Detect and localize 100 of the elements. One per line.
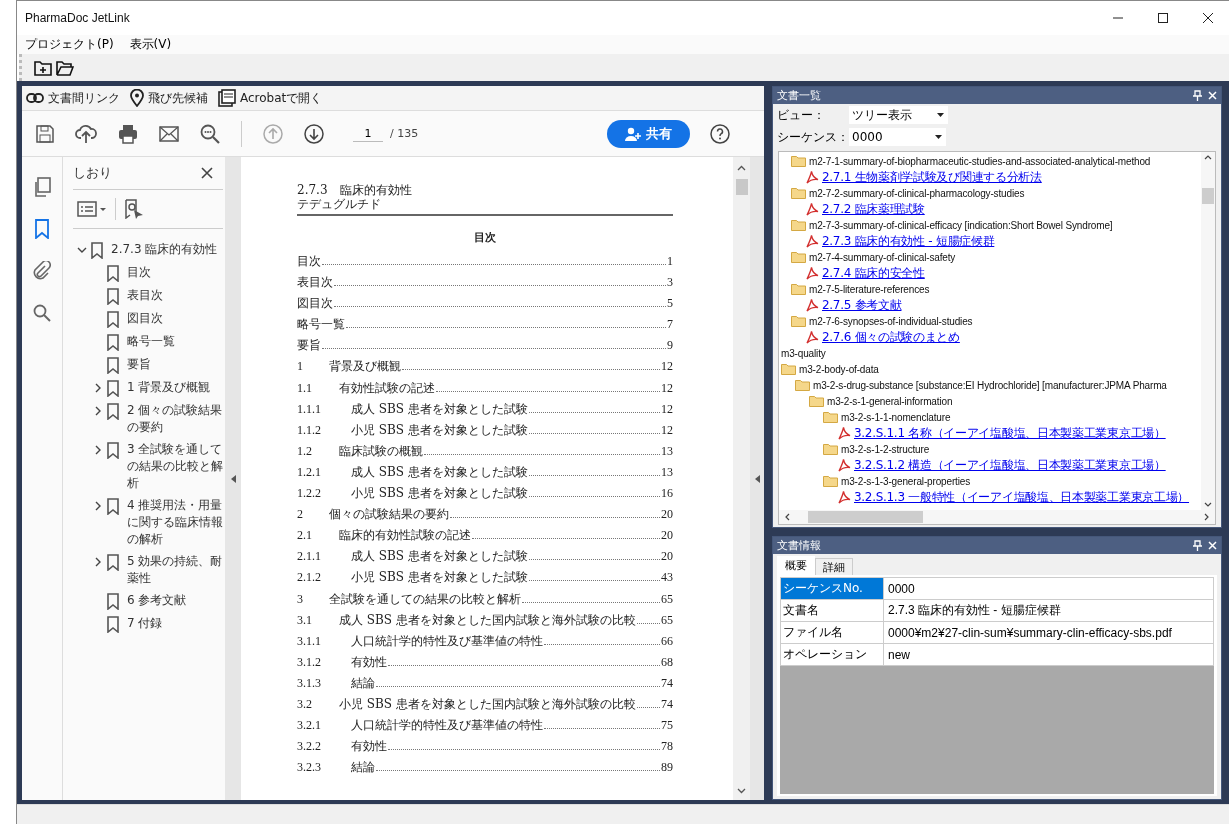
collapse-caret-icon[interactable] xyxy=(77,245,87,255)
toc-entry[interactable]: 表目次 xyxy=(297,274,333,292)
bookmark-item[interactable]: 要旨 xyxy=(127,356,151,373)
action-link[interactable]: 文書間リンク xyxy=(26,89,120,107)
tree-item[interactable]: m3-2-s-1-2-structure xyxy=(841,443,930,455)
toc-entry[interactable]: 人口統計学的特性及び基準値の特性 xyxy=(351,717,543,735)
toc-entry[interactable]: 小児 SBS 患者を対象とした試験 xyxy=(351,485,528,503)
bookmark-item[interactable]: 略号一覧 xyxy=(127,333,175,350)
toc-entry[interactable]: 有効性 xyxy=(351,738,387,756)
tree-item[interactable]: m3-2-s-1-3-general-properties xyxy=(841,475,971,487)
scroll-right-icon[interactable] xyxy=(1204,513,1209,521)
document-link[interactable]: 2.7.4 臨床的安全性 xyxy=(822,264,925,282)
toc-entry[interactable]: 臨床的有効性試験の記述 xyxy=(339,527,471,545)
panel-collapse-handle[interactable] xyxy=(225,157,241,800)
close-icon[interactable] xyxy=(1202,12,1214,24)
document-link[interactable]: 3.2.S.1.1 名称（イーアイ塩酸塩、日本製薬工業東京工場） xyxy=(854,424,1166,442)
help-icon[interactable] xyxy=(710,123,730,144)
toc-entry[interactable]: 全試験を通しての結果の比較と解析 xyxy=(329,590,521,608)
next-page-icon[interactable] xyxy=(304,123,324,144)
scroll-left-icon[interactable] xyxy=(785,513,790,521)
property-name[interactable]: シーケンスNo. xyxy=(781,578,884,599)
scroll-down-icon[interactable] xyxy=(1204,502,1212,507)
cloud-upload-icon[interactable] xyxy=(75,123,97,144)
toc-entry[interactable]: 有効性 xyxy=(351,653,387,671)
document-link[interactable]: 2.7.1 生物薬剤学試験及び関連する分析法 xyxy=(822,168,1042,186)
tree-item[interactable]: m2-7-1-summary-of-biopharmaceutic-studies-and-associated-analytical-method xyxy=(809,155,1151,167)
scrollbar[interactable] xyxy=(779,510,1215,524)
tree-item[interactable]: m2-7-2-summary-of-clinical-pharmacology-studies xyxy=(809,187,1025,199)
action-link[interactable]: 飛び先候補 xyxy=(130,89,208,107)
sequence-dropdown[interactable]: 0000 xyxy=(849,128,946,146)
bookmark-item[interactable]: 表目次 xyxy=(127,287,163,304)
document-link[interactable]: 2.7.3 臨床的有効性 - 短腸症候群 xyxy=(822,232,995,250)
bookmark-item[interactable]: 6 参考文献 xyxy=(127,592,187,609)
bookmark-item[interactable]: 7 付録 xyxy=(127,615,163,632)
tree-item[interactable]: m3-2-s-1-1-nomenclature xyxy=(841,411,951,423)
save-icon[interactable] xyxy=(36,124,54,143)
document-link[interactable]: 3.2.S.1.3 一般特性（イーアイ塩酸塩、日本製薬工業東京工場） xyxy=(854,488,1190,506)
pin-icon[interactable] xyxy=(1193,540,1202,551)
options-menu-icon[interactable] xyxy=(77,201,107,217)
toc-entry[interactable]: 成人 SBS 患者を対象とした試験 xyxy=(351,548,528,566)
tree-item[interactable]: m2-7-4-summary-of-clinical-safety xyxy=(809,251,956,263)
bookmark-item[interactable]: 1 背景及び概観 xyxy=(127,379,211,396)
expand-caret-icon[interactable] xyxy=(93,406,103,416)
bookmark-item[interactable]: 図目次 xyxy=(127,310,163,327)
property-name[interactable]: オペレーション xyxy=(781,644,884,665)
scroll-thumb[interactable] xyxy=(1202,188,1214,204)
toc-entry[interactable]: 成人 SBS 患者を対象とした試験 xyxy=(351,400,528,418)
close-icon[interactable] xyxy=(201,167,213,179)
toc-entry[interactable]: 臨床試験の概観 xyxy=(339,442,423,460)
toc-entry[interactable]: 個々の試験結果の要約 xyxy=(329,506,449,524)
tree-item[interactable]: m2-7-5-literature-references xyxy=(809,283,930,295)
toc-entry[interactable]: 略号一覧 xyxy=(297,316,345,334)
dropdown-caret-icon[interactable] xyxy=(937,113,944,117)
toc-entry[interactable]: 小児 SBS 患者を対象とした国内試験と海外試験の比較 xyxy=(339,695,636,713)
dropdown-caret-icon[interactable] xyxy=(935,135,942,139)
scrollbar[interactable] xyxy=(733,157,750,800)
find-bookmark-icon[interactable] xyxy=(124,199,144,219)
tab[interactable]: 詳細 xyxy=(815,558,853,575)
open-folder-icon[interactable] xyxy=(56,59,74,76)
view-dropdown[interactable]: ツリー表示 xyxy=(849,106,948,124)
toc-entry[interactable]: 図目次 xyxy=(297,295,333,313)
toc-entry[interactable]: 成人 SBS 患者を対象とした国内試験と海外試験の比較 xyxy=(339,611,636,629)
print-icon[interactable] xyxy=(118,123,138,144)
property-name[interactable]: 文書名 xyxy=(781,600,884,621)
maximize-icon[interactable] xyxy=(1157,12,1169,24)
property-name[interactable]: ファイル名 xyxy=(781,622,884,643)
scroll-up-icon[interactable] xyxy=(737,165,746,171)
bookmark-item[interactable]: 3 全試験を通しての結果の比較と解析 xyxy=(127,441,223,492)
tree-item[interactable]: m3-2-body-of-data xyxy=(799,363,879,375)
document-link[interactable]: 3.2.S.1.2 構造（イーアイ塩酸塩、日本製薬工業東京工場） xyxy=(854,456,1166,474)
toc-entry[interactable]: 結論 xyxy=(351,759,375,777)
scroll-up-icon[interactable] xyxy=(1204,155,1212,160)
zoom-icon[interactable] xyxy=(200,123,220,144)
bookmark-item[interactable]: 2 個々の試験結果の要約 xyxy=(127,402,223,436)
action-link[interactable]: Acrobatで開く xyxy=(218,89,323,107)
document-link[interactable]: 2.7.2 臨床薬理試験 xyxy=(822,200,925,218)
tree-item[interactable]: m3-quality xyxy=(781,347,826,359)
toc-entry[interactable]: 人口統計学的特性及び基準値の特性 xyxy=(351,632,543,650)
toc-entry[interactable]: 有効性試験の記述 xyxy=(339,379,435,397)
bookmark-item[interactable]: 4 推奨用法・用量に関する臨床情報の解析 xyxy=(127,497,223,548)
expand-caret-icon[interactable] xyxy=(93,557,103,567)
expand-caret-icon[interactable] xyxy=(93,383,103,393)
bookmark-item[interactable]: 2.7.3 臨床的有効性 xyxy=(111,241,218,258)
mail-icon[interactable] xyxy=(159,125,179,142)
scroll-thumb[interactable] xyxy=(735,179,748,195)
toc-entry[interactable]: 成人 SBS 患者を対象とした試験 xyxy=(351,463,528,481)
panel-collapse-handle[interactable] xyxy=(750,157,764,800)
toc-entry[interactable]: 目次 xyxy=(297,253,321,270)
bookmark-item[interactable]: 5 効果の持続、耐薬性 xyxy=(127,553,223,587)
tree-item[interactable]: m3-2-s-1-general-information xyxy=(827,395,953,407)
scrollbar[interactable] xyxy=(1201,152,1215,510)
menu-item[interactable]: 表示(V) xyxy=(129,36,172,53)
new-folder-icon[interactable] xyxy=(34,59,52,76)
toc-entry[interactable]: 結論 xyxy=(351,674,375,692)
toc-entry[interactable]: 小児 SBS 患者を対象とした試験 xyxy=(351,569,528,587)
scroll-thumb[interactable] xyxy=(808,511,923,523)
tree-item[interactable]: m2-7-6-synopses-of-individual-studies xyxy=(809,315,973,327)
toc-entry[interactable]: 要旨 xyxy=(297,337,321,355)
expand-caret-icon[interactable] xyxy=(93,445,103,455)
tree-item[interactable]: m3-2-s-drug-substance [substance:EI Hydrochloride] [manufacturer:JPMA Pharma xyxy=(813,379,1167,391)
